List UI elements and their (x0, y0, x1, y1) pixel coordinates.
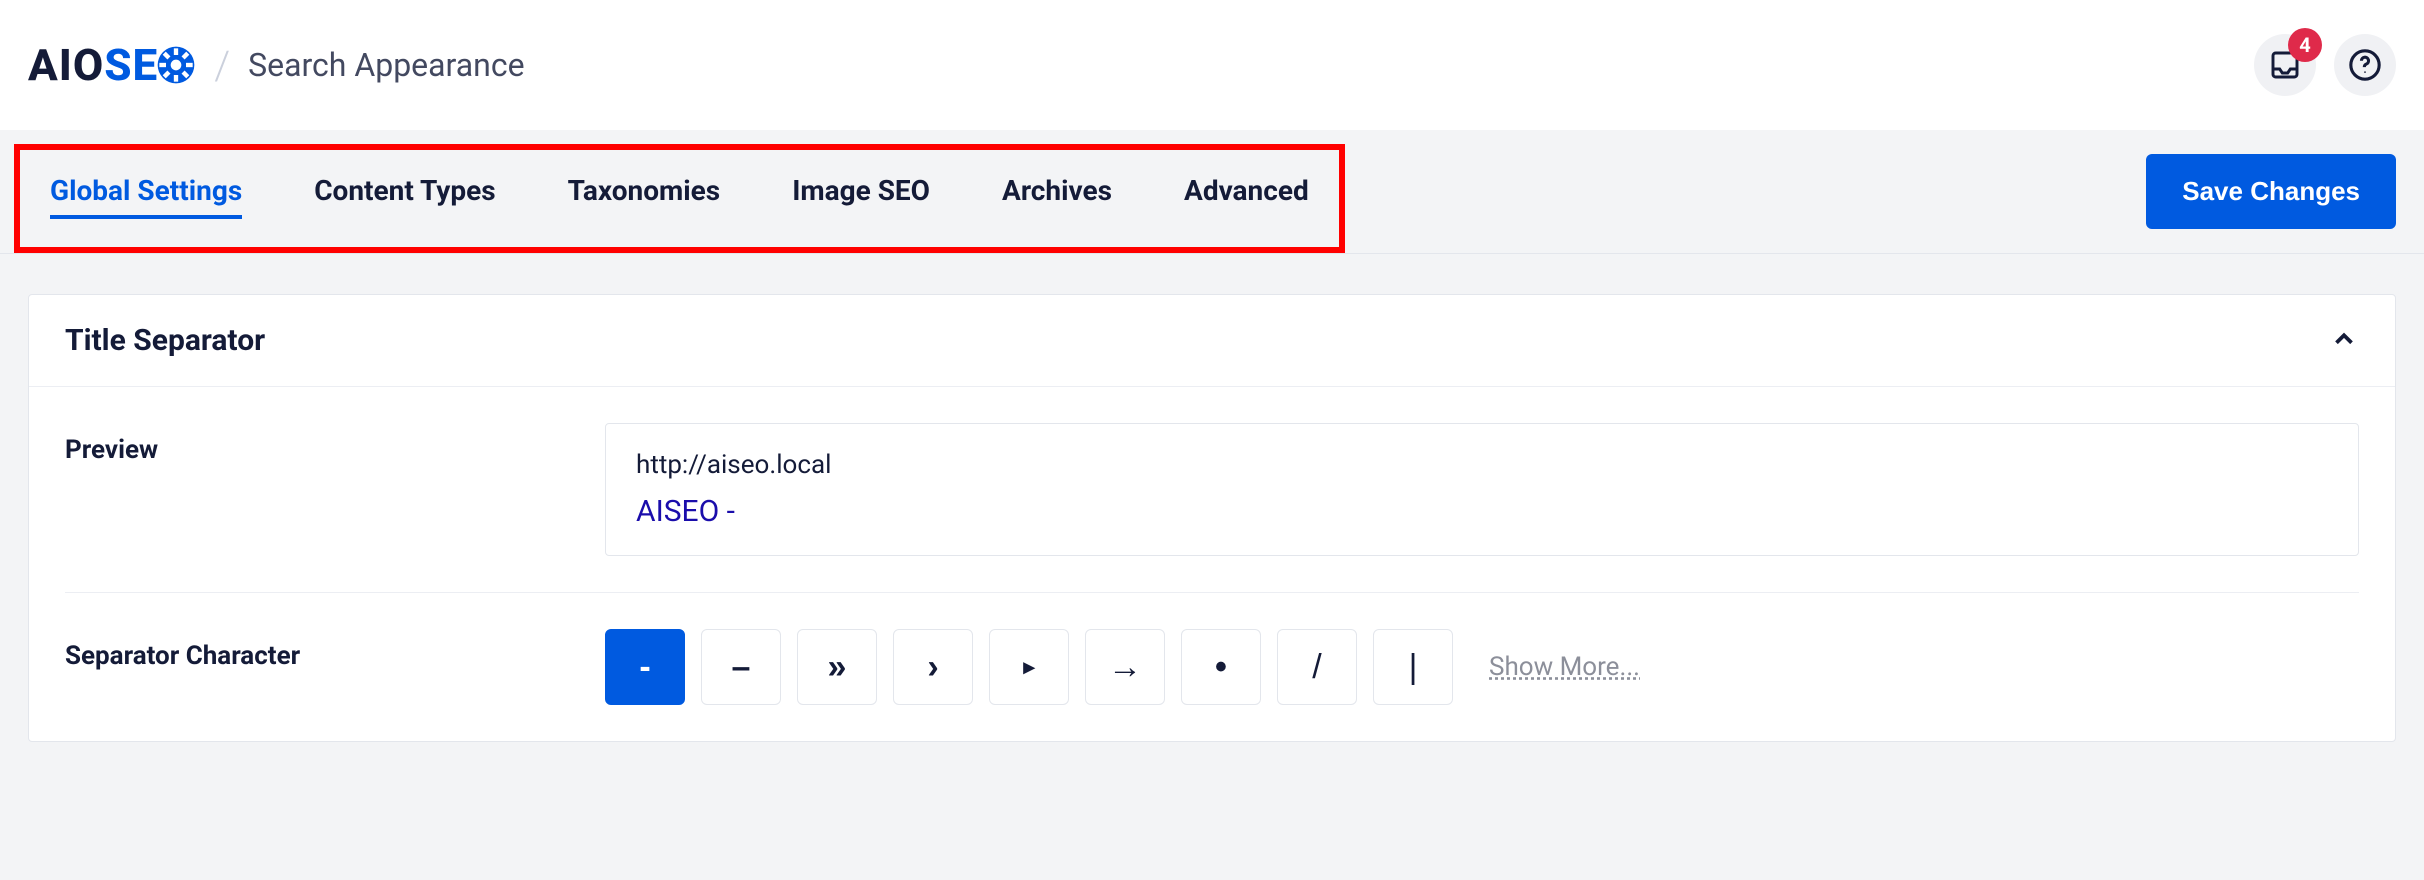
preview-url: http://aiseo.local (636, 450, 2328, 480)
separator-rsaquo[interactable]: › (893, 629, 973, 705)
logo: AIO SE (28, 39, 196, 91)
separator-arrow[interactable]: → (1085, 629, 1165, 705)
save-changes-button[interactable]: Save Changes (2146, 154, 2396, 229)
separator-bullet[interactable]: • (1181, 629, 1261, 705)
logo-text-se: SE (104, 39, 158, 91)
logo-text-aio: AIO (28, 39, 104, 91)
show-more-link[interactable]: Show More... (1489, 652, 1640, 682)
chevron-up-icon (2329, 324, 2359, 354)
separator-raquo[interactable]: » (797, 629, 877, 705)
preview-box: http://aiseo.local AISEO - (605, 423, 2359, 556)
card-body: Preview http://aiseo.local AISEO - Separ… (29, 387, 2395, 741)
tab-advanced[interactable]: Advanced (1184, 174, 1309, 219)
notifications-button[interactable]: 4 (2254, 34, 2316, 96)
tab-image-seo[interactable]: Image SEO (792, 174, 930, 219)
breadcrumb-slash: / (214, 42, 230, 89)
notification-badge: 4 (2288, 28, 2322, 62)
preview-content: http://aiseo.local AISEO - (605, 423, 2359, 556)
header-right: 4 (2254, 34, 2396, 96)
preview-row: Preview http://aiseo.local AISEO - (65, 423, 2359, 556)
help-button[interactable] (2334, 34, 2396, 96)
tab-content-types[interactable]: Content Types (314, 174, 495, 219)
card-title: Title Separator (65, 323, 265, 358)
preview-title: AISEO - (636, 494, 2328, 529)
app-header: AIO SE (0, 0, 2424, 130)
collapse-toggle[interactable] (2329, 324, 2359, 358)
tab-archives[interactable]: Archives (1002, 174, 1112, 219)
separator-endash[interactable]: – (701, 629, 781, 705)
header-left: AIO SE (28, 39, 525, 91)
tabs-row: Global Settings Content Types Taxonomies… (0, 130, 2424, 254)
separator-options: - – » › ▸ → • / | Show More... (605, 629, 2359, 705)
title-separator-card: Title Separator Preview http://aiseo.loc… (28, 294, 2396, 742)
separator-label: Separator Character (65, 629, 605, 671)
separator-row: Separator Character - – » › ▸ → • / | Sh… (65, 629, 2359, 705)
logo-text-seo: SE (104, 39, 196, 91)
divider (65, 592, 2359, 593)
separator-triangle[interactable]: ▸ (989, 629, 1069, 705)
tab-global-settings[interactable]: Global Settings (50, 174, 242, 219)
page-title: Search Appearance (248, 46, 524, 84)
separator-dash[interactable]: - (605, 629, 685, 705)
separator-slash[interactable]: / (1277, 629, 1357, 705)
tab-taxonomies[interactable]: Taxonomies (568, 174, 721, 219)
card-header: Title Separator (29, 295, 2395, 387)
gear-icon (156, 45, 196, 85)
preview-label: Preview (65, 423, 605, 465)
tabs-list: Global Settings Content Types Taxonomies… (14, 144, 1345, 253)
separator-pipe[interactable]: | (1373, 629, 1453, 705)
